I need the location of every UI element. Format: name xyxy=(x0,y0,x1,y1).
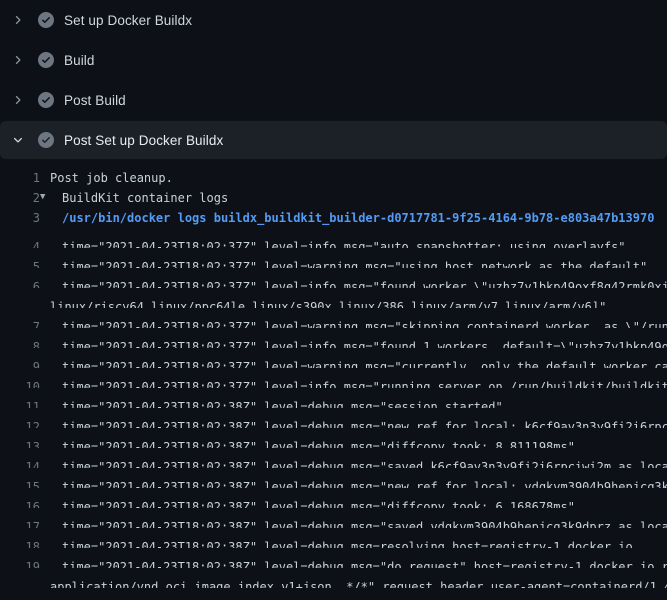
check-circle-icon xyxy=(38,132,54,148)
chevron-right-icon xyxy=(12,14,24,26)
log-line-number[interactable]: 6 xyxy=(0,277,40,288)
log-line-text: BuildKit container logs xyxy=(62,191,228,205)
log-line-number[interactable]: 14 xyxy=(0,457,40,468)
log-line: 7 time="2021-04-23T18:02:37Z" level=warni… xyxy=(0,308,667,328)
chevron-down-icon xyxy=(12,134,24,146)
log-line: 20time="2021-04-23T18:02:38Z" level=debu… xyxy=(0,588,667,600)
log-line-text: Post job cleanup. xyxy=(50,171,173,185)
log-line-number[interactable]: 15 xyxy=(0,477,40,488)
log-line-text: time="2021-04-23T18:02:38Z" level=debug … xyxy=(62,440,575,448)
log-line-number[interactable]: 4 xyxy=(0,237,40,248)
check-circle-icon xyxy=(38,12,54,28)
step-header-2[interactable]: Build xyxy=(0,40,667,80)
log-line: linux/riscv64 linux/ppc64le linux/s390x … xyxy=(0,288,667,308)
log-line: 10 time="2021-04-23T18:02:37Z" level=info… xyxy=(0,368,667,388)
log-line-text: time="2021-04-23T18:02:38Z" level=debug … xyxy=(62,560,667,568)
log-line: 3/usr/bin/docker logs buildx_buildkit_bu… xyxy=(0,208,667,228)
log-line-text: time="2021-04-23T18:02:38Z" level=debug … xyxy=(62,540,633,548)
step-label: Post Build xyxy=(64,93,126,108)
actions-log-panel: Set up Docker Buildx Build Post Build xyxy=(0,0,667,600)
log-line-text: time="2021-04-23T18:02:38Z" level=debug … xyxy=(62,460,667,468)
step-header-4[interactable]: Post Set up Docker Buildx xyxy=(0,121,667,159)
log-line-text: time="2021-04-23T18:02:37Z" level=warnin… xyxy=(62,320,667,328)
log-line-text: time="2021-04-23T18:02:37Z" level=info m… xyxy=(62,280,667,288)
log-line-text: /usr/bin/docker logs buildx_buildkit_bui… xyxy=(62,211,654,225)
log-line-number[interactable]: 7 xyxy=(0,317,40,328)
log-line: 17 time="2021-04-23T18:02:38Z" level=debu… xyxy=(0,508,667,528)
log-line-text: time="2021-04-23T18:02:38Z" level=debug … xyxy=(62,520,667,528)
log-area: 1 Post job cleanup. 2▼ BuildKit container … xyxy=(0,159,667,600)
log-line-number[interactable]: 3 xyxy=(0,208,40,228)
group-caret-icon[interactable]: ▼ xyxy=(40,188,52,207)
check-circle-icon xyxy=(38,52,54,68)
log-line: 5 time="2021-04-23T18:02:37Z" level=warni… xyxy=(0,248,667,268)
log-line-number[interactable]: 12 xyxy=(0,417,40,428)
step-label: Post Set up Docker Buildx xyxy=(64,133,223,148)
log-line: 8 time="2021-04-23T18:02:37Z" level=info … xyxy=(0,328,667,348)
log-line-text: time="2021-04-23T18:02:37Z" level=info m… xyxy=(62,340,667,348)
log-line: application/vnd.oci.image.index.v1+json,… xyxy=(0,568,667,588)
log-line-number[interactable]: 19 xyxy=(0,557,40,568)
log-line: 1 Post job cleanup. xyxy=(0,168,667,188)
steps-list: Set up Docker Buildx Build Post Build xyxy=(0,0,667,159)
log-line: 14 time="2021-04-23T18:02:38Z" level=debu… xyxy=(0,448,667,468)
log-line: 6 time="2021-04-23T18:02:37Z" level=info … xyxy=(0,268,667,288)
step-label: Set up Docker Buildx xyxy=(64,13,192,28)
log-line-number[interactable]: 13 xyxy=(0,437,40,448)
log-line-number[interactable]: 17 xyxy=(0,517,40,528)
log-line-text: time="2021-04-23T18:02:38Z" level=debug … xyxy=(62,480,667,488)
log-line-text: time="2021-04-23T18:02:37Z" level=warnin… xyxy=(62,360,667,368)
log-line: 13 time="2021-04-23T18:02:38Z" level=debu… xyxy=(0,428,667,448)
log-line-text: time="2021-04-23T18:02:38Z" level=debug … xyxy=(62,500,575,508)
step-header-1[interactable]: Set up Docker Buildx xyxy=(0,0,667,40)
log-line: 2▼ BuildKit container logs xyxy=(0,188,667,208)
log-line: 18 time="2021-04-23T18:02:38Z" level=debu… xyxy=(0,528,667,548)
log-line: 11 time="2021-04-23T18:02:38Z" level=debu… xyxy=(0,388,667,408)
log-line-number[interactable]: 11 xyxy=(0,397,40,408)
step-header-3[interactable]: Post Build xyxy=(0,80,667,120)
log-line-number[interactable]: 2 xyxy=(0,188,40,208)
log-line: 16 time="2021-04-23T18:02:38Z" level=debu… xyxy=(0,488,667,508)
log-line-text: time="2021-04-23T18:02:38Z" level=debug … xyxy=(62,400,503,408)
step-label: Build xyxy=(64,53,95,68)
log-line-text: time="2021-04-23T18:02:37Z" level=warnin… xyxy=(62,260,647,268)
log-line-number[interactable]: 10 xyxy=(0,377,40,388)
log-line-text: application/vnd.oci.image.index.v1+json,… xyxy=(50,580,667,588)
log-line: 15 time="2021-04-23T18:02:38Z" level=debu… xyxy=(0,468,667,488)
log-line-number[interactable]: 8 xyxy=(0,337,40,348)
log-line-text: linux/riscv64 linux/ppc64le linux/s390x … xyxy=(50,300,606,308)
log-line: 9 time="2021-04-23T18:02:37Z" level=warni… xyxy=(0,348,667,368)
log-line: 12 time="2021-04-23T18:02:38Z" level=debu… xyxy=(0,408,667,428)
log-line-number[interactable]: 9 xyxy=(0,357,40,368)
log-line: 4 time="2021-04-23T18:02:37Z" level=info … xyxy=(0,228,667,248)
log-line-number[interactable]: 5 xyxy=(0,257,40,268)
log-line-number[interactable]: 1 xyxy=(0,168,40,188)
log-line: 19 time="2021-04-23T18:02:38Z" level=debu… xyxy=(0,548,667,568)
chevron-right-icon xyxy=(12,94,24,106)
chevron-right-icon xyxy=(12,54,24,66)
log-line-number[interactable]: 16 xyxy=(0,497,40,508)
log-line-text: time="2021-04-23T18:02:38Z" level=debug … xyxy=(62,420,667,428)
check-circle-icon xyxy=(38,92,54,108)
log-line-number[interactable]: 18 xyxy=(0,537,40,548)
log-line-text: time="2021-04-23T18:02:37Z" level=info m… xyxy=(62,240,626,248)
log-line-text: time="2021-04-23T18:02:37Z" level=info m… xyxy=(62,380,667,388)
